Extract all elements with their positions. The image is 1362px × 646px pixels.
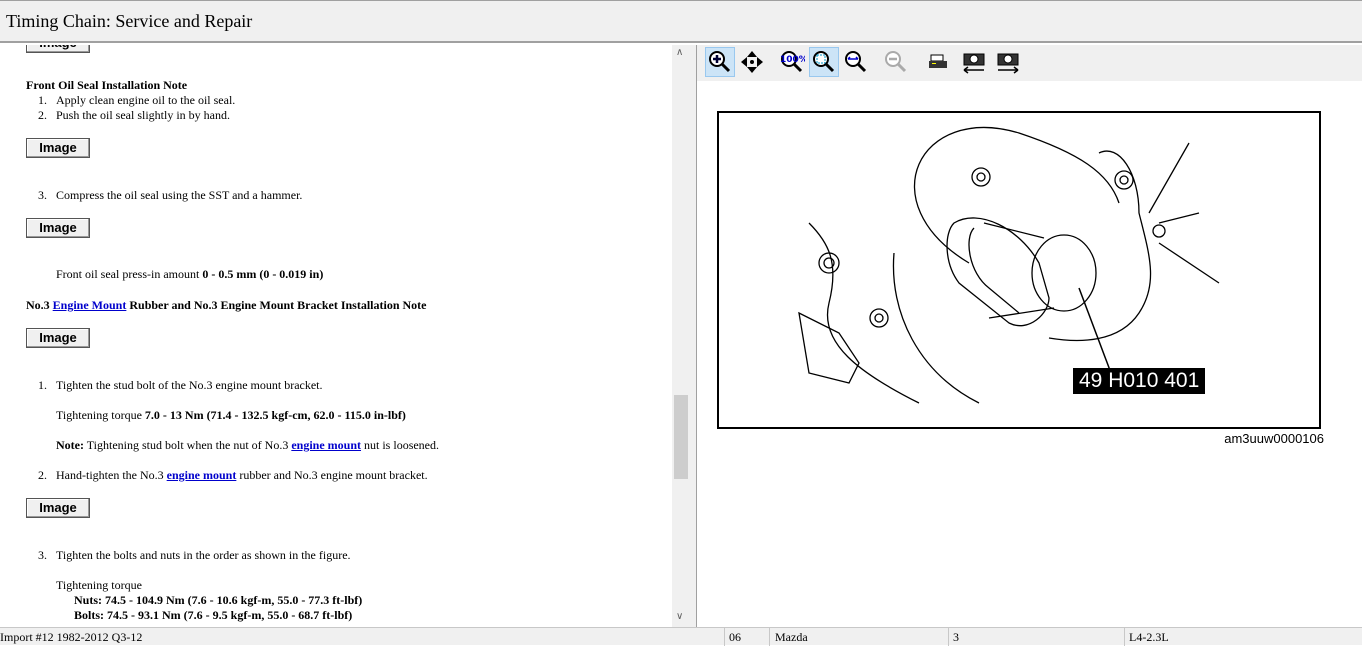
torque-spec: Tightening torque 7.0 - 13 Nm (71.4 - 13… [56, 408, 406, 422]
scroll-down-icon[interactable]: ∨ [676, 611, 683, 622]
vertical-scrollbar[interactable]: ∧ ∨ [672, 45, 689, 627]
viewer-toolbar: 100% [697, 45, 1362, 81]
fit-to-window-button[interactable] [809, 47, 839, 77]
step-number: 1. [38, 378, 47, 392]
tool-label: 49 H010 401 [1073, 368, 1206, 394]
previous-image-button[interactable] [959, 47, 989, 77]
zoom-out-button [881, 47, 911, 77]
status-make: Mazda [775, 630, 808, 644]
step-text: Tighten the bolts and nuts in the order … [56, 548, 351, 562]
bolts-torque: Bolts: 74.5 - 93.1 Nm (7.6 - 9.5 kgf-m, … [74, 608, 353, 622]
window-title: Timing Chain: Service and Repair [6, 11, 253, 31]
step-number: 2. [38, 468, 47, 482]
document-pane: Image Front Oil Seal Installation Note 1… [0, 45, 672, 627]
step-number: 3. [38, 548, 47, 562]
engine-mount-link[interactable]: engine mount [291, 438, 361, 452]
section-heading: Front Oil Seal Installation Note [26, 78, 188, 92]
step-number: 1. [38, 93, 47, 107]
print-button[interactable] [923, 47, 953, 77]
step-text: Tighten the stud bolt of the No.3 engine… [56, 378, 323, 392]
scrollbar-thumb[interactable] [674, 395, 688, 479]
image-button[interactable]: Image [26, 498, 90, 518]
status-model: 3 [953, 630, 959, 644]
step-text: Push the oil seal slightly in by hand. [56, 108, 230, 122]
engine-mount-link[interactable]: Engine Mount [53, 298, 127, 312]
zoom-in-button[interactable] [705, 47, 735, 77]
pane-splitter[interactable] [689, 45, 697, 627]
engine-mount-link[interactable]: engine mount [167, 468, 237, 482]
image-viewer-pane: 100% 49 H010 401 am3uuw0000106 [697, 45, 1362, 627]
nuts-torque: Nuts: 74.5 - 104.9 Nm (7.6 - 10.6 kgf-m,… [74, 593, 363, 607]
section-heading: No.3 Engine Mount Rubber and No.3 Engine… [26, 298, 427, 312]
title-bar: Timing Chain: Service and Repair [0, 0, 1362, 43]
step-number: 3. [38, 188, 47, 202]
service-diagram: 49 H010 401 [717, 111, 1321, 429]
camera-left-icon [963, 53, 985, 74]
zoom-out-icon [885, 51, 907, 73]
step-text: Compress the oil seal using the SST and … [56, 188, 303, 202]
status-source: Import #12 1982-2012 Q3-12 [0, 630, 143, 644]
zoom-in-icon [709, 51, 731, 73]
image-button[interactable]: Image [26, 138, 90, 158]
image-button[interactable]: Image [26, 218, 90, 238]
note: Note: Tightening stud bolt when the nut … [56, 438, 440, 452]
status-engine: L4-2.3L [1129, 630, 1169, 644]
scroll-up-icon[interactable]: ∧ [676, 47, 683, 58]
svg-text:100%: 100% [780, 55, 805, 65]
next-image-button[interactable] [993, 47, 1023, 77]
pan-icon [741, 51, 763, 73]
step-text: Hand-tighten the No.3 engine mount rubbe… [56, 468, 428, 482]
press-in-spec: Front oil seal press-in amount 0 - 0.5 m… [56, 267, 324, 281]
pan-button[interactable] [737, 47, 767, 77]
status-bar: Import #12 1982-2012 Q3-12 06 Mazda 3 L4… [0, 627, 1362, 646]
fit-width-icon [845, 51, 867, 73]
step-number: 2. [38, 108, 47, 122]
torque-heading: Tightening torque [56, 578, 142, 592]
actual-size-icon: 100% [780, 51, 805, 73]
status-code: 06 [729, 630, 741, 644]
actual-size-button[interactable]: 100% [777, 47, 807, 77]
fit-window-icon [813, 51, 835, 73]
image-button[interactable]: Image [26, 328, 90, 348]
image-button[interactable]: Image [26, 45, 90, 53]
camera-right-icon [997, 53, 1019, 74]
figure-caption: am3uuw0000106 [1224, 431, 1324, 446]
printer-icon [929, 54, 947, 68]
oil-seal-installer-drawing [798, 126, 1220, 404]
step-text: Apply clean engine oil to the oil seal. [56, 93, 236, 107]
fit-width-button[interactable] [841, 47, 871, 77]
